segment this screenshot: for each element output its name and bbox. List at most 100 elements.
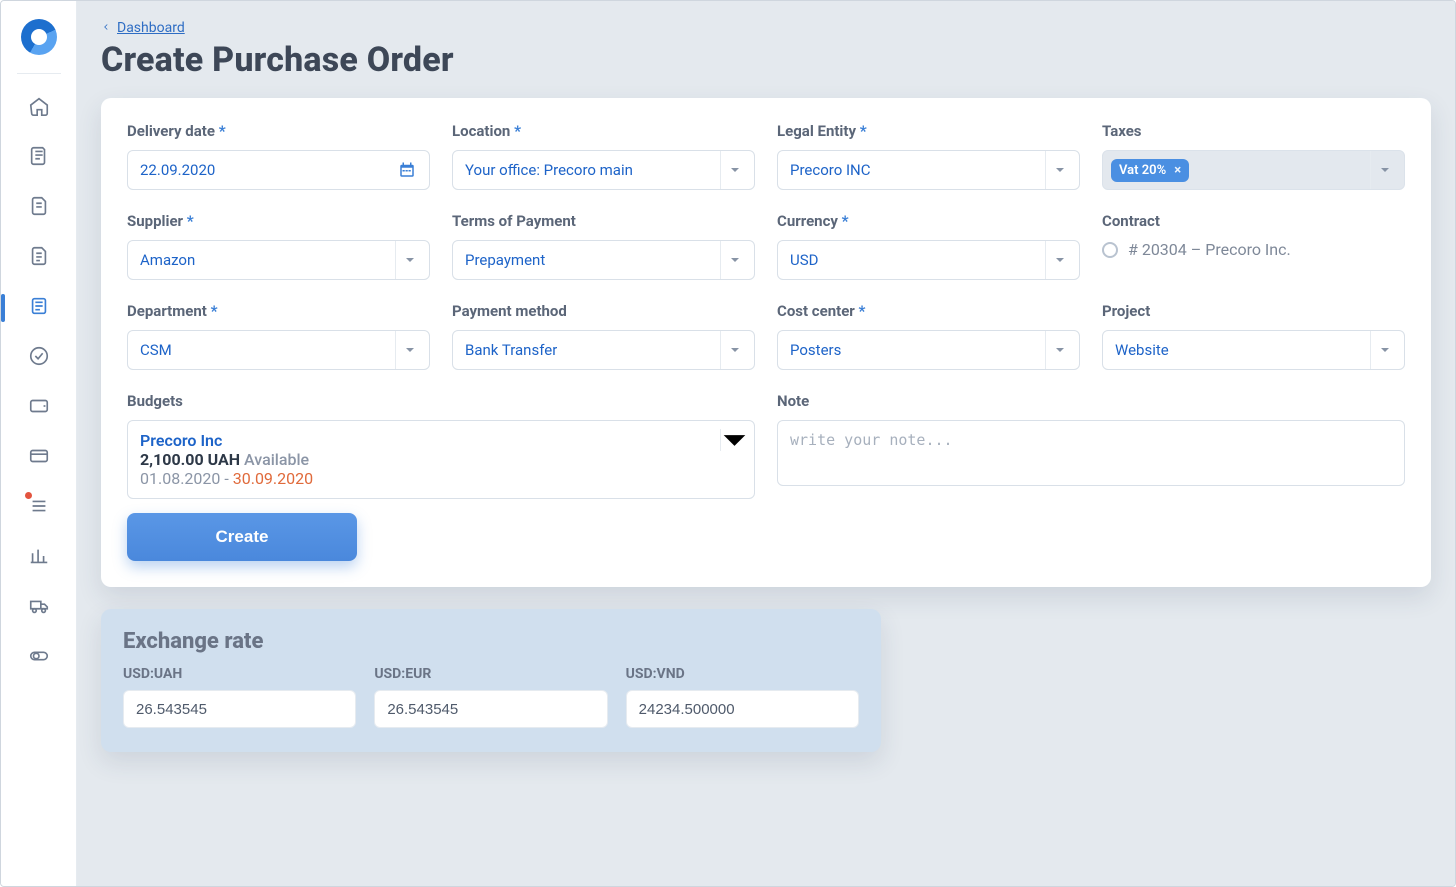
field-delivery-date: Delivery date 22.09.2020 <box>127 122 430 190</box>
radio-unchecked-icon[interactable] <box>1102 242 1118 258</box>
breadcrumb-dashboard[interactable]: Dashboard <box>101 20 185 36</box>
field-currency: Currency USD <box>777 212 1080 280</box>
toggle-icon <box>28 645 50 671</box>
app-viewport: Dashboard Create Purchase Order Delivery… <box>0 0 1456 887</box>
exchange-rate-panel: Exchange rate USD:UAH USD:EUR USD:VND <box>101 609 881 752</box>
nav-purchase-order[interactable] <box>15 290 63 326</box>
nav-analytics[interactable] <box>15 540 63 576</box>
check-circle-icon <box>28 345 50 371</box>
budget-period-start: 01.08.2020 <box>140 469 220 488</box>
rate-item: USD:VND <box>626 666 859 728</box>
nav-doc-2[interactable] <box>15 240 63 276</box>
chevron-down-icon <box>395 241 423 279</box>
field-department: Department CSM <box>127 302 430 370</box>
main-content: Dashboard Create Purchase Order Delivery… <box>77 1 1455 886</box>
input-delivery-date[interactable]: 22.09.2020 <box>127 150 430 190</box>
contract-option-label: # 20304 – Precoro Inc. <box>1128 240 1291 259</box>
nav-shipping[interactable] <box>15 590 63 626</box>
nav-approval[interactable] <box>15 340 63 376</box>
select-project[interactable]: Website <box>1102 330 1405 370</box>
breadcrumb-label: Dashboard <box>117 20 185 36</box>
card-icon <box>28 445 50 471</box>
select-legal-entity[interactable]: Precoro INC <box>777 150 1080 190</box>
page-title: Create Purchase Order <box>101 40 1431 80</box>
textarea-note[interactable] <box>777 420 1405 486</box>
field-cost-center: Cost center Posters <box>777 302 1080 370</box>
select-taxes[interactable]: Vat 20% × <box>1102 150 1405 190</box>
nav-home[interactable] <box>15 90 63 126</box>
select-budget[interactable]: Precoro Inc 2,100.00 UAH Available 01.08… <box>127 420 755 499</box>
label-project: Project <box>1102 302 1405 320</box>
value-currency: USD <box>790 251 818 269</box>
field-contract: Contract # 20304 – Precoro Inc. <box>1102 212 1405 280</box>
document-icon <box>28 195 50 221</box>
label-contract: Contract <box>1102 212 1405 230</box>
field-terms: Terms of Payment Prepayment <box>452 212 755 280</box>
label-supplier: Supplier <box>127 212 430 230</box>
rate-input[interactable] <box>374 690 607 728</box>
label-currency: Currency <box>777 212 1080 230</box>
nav-doc-1[interactable] <box>15 190 63 226</box>
field-project: Project Website <box>1102 302 1405 370</box>
tax-chip[interactable]: Vat 20% × <box>1111 159 1189 182</box>
budget-period-end: 30.09.2020 <box>233 469 313 488</box>
request-icon <box>28 145 50 171</box>
sidebar-nav <box>1 90 76 676</box>
chevron-down-icon <box>395 331 423 369</box>
select-cost-center[interactable]: Posters <box>777 330 1080 370</box>
form-grid: Delivery date 22.09.2020 Location Your o… <box>127 122 1405 499</box>
analytics-icon <box>28 545 50 571</box>
rate-input[interactable] <box>123 690 356 728</box>
label-budgets: Budgets <box>127 392 755 410</box>
label-location: Location <box>452 122 755 140</box>
label-taxes: Taxes <box>1102 122 1405 140</box>
field-budgets: Budgets Precoro Inc 2,100.00 UAH Availab… <box>127 392 755 499</box>
contract-option[interactable]: # 20304 – Precoro Inc. <box>1102 240 1405 259</box>
value-location: Your office: Precoro main <box>465 161 633 179</box>
chevron-down-icon <box>720 241 748 279</box>
field-supplier: Supplier Amazon <box>127 212 430 280</box>
select-payment-method[interactable]: Bank Transfer <box>452 330 755 370</box>
value-terms: Prepayment <box>465 251 545 269</box>
chevron-down-icon <box>1045 241 1073 279</box>
select-supplier[interactable]: Amazon <box>127 240 430 280</box>
field-note: Note <box>777 392 1405 499</box>
tax-chip-label: Vat 20% <box>1119 163 1166 178</box>
value-delivery-date: 22.09.2020 <box>140 161 215 179</box>
budget-amount-line: 2,100.00 UAH Available <box>140 450 720 469</box>
notification-dot <box>25 492 32 499</box>
select-terms[interactable]: Prepayment <box>452 240 755 280</box>
label-delivery-date: Delivery date <box>127 122 430 140</box>
budget-available: Available <box>244 450 309 469</box>
chip-remove-icon[interactable]: × <box>1174 163 1181 178</box>
nav-list[interactable] <box>15 490 63 526</box>
chevron-down-icon <box>720 331 748 369</box>
budget-period: 01.08.2020 - 30.09.2020 <box>140 469 720 488</box>
left-sidebar <box>1 1 77 886</box>
select-currency[interactable]: USD <box>777 240 1080 280</box>
select-location[interactable]: Your office: Precoro main <box>452 150 755 190</box>
purchase-order-icon <box>28 295 50 321</box>
chevron-down-icon <box>1045 151 1073 189</box>
value-payment-method: Bank Transfer <box>465 341 557 359</box>
create-button-label: Create <box>216 527 269 547</box>
label-note: Note <box>777 392 1405 410</box>
chevron-down-icon <box>1370 151 1398 189</box>
nav-request[interactable] <box>15 140 63 176</box>
calendar-icon[interactable] <box>393 151 421 189</box>
field-location: Location Your office: Precoro main <box>452 122 755 190</box>
nav-toggle[interactable] <box>15 640 63 676</box>
field-payment-method: Payment method Bank Transfer <box>452 302 755 370</box>
nav-wallet[interactable] <box>15 390 63 426</box>
rate-input[interactable] <box>626 690 859 728</box>
document-icon <box>28 245 50 271</box>
select-department[interactable]: CSM <box>127 330 430 370</box>
create-button[interactable]: Create <box>127 513 357 561</box>
chevron-down-icon <box>720 151 748 189</box>
field-legal-entity: Legal Entity Precoro INC <box>777 122 1080 190</box>
nav-card[interactable] <box>15 440 63 476</box>
rate-label: USD:UAH <box>123 666 356 682</box>
label-cost-center: Cost center <box>777 302 1080 320</box>
rate-item: USD:UAH <box>123 666 356 728</box>
chevron-down-icon <box>720 429 748 451</box>
